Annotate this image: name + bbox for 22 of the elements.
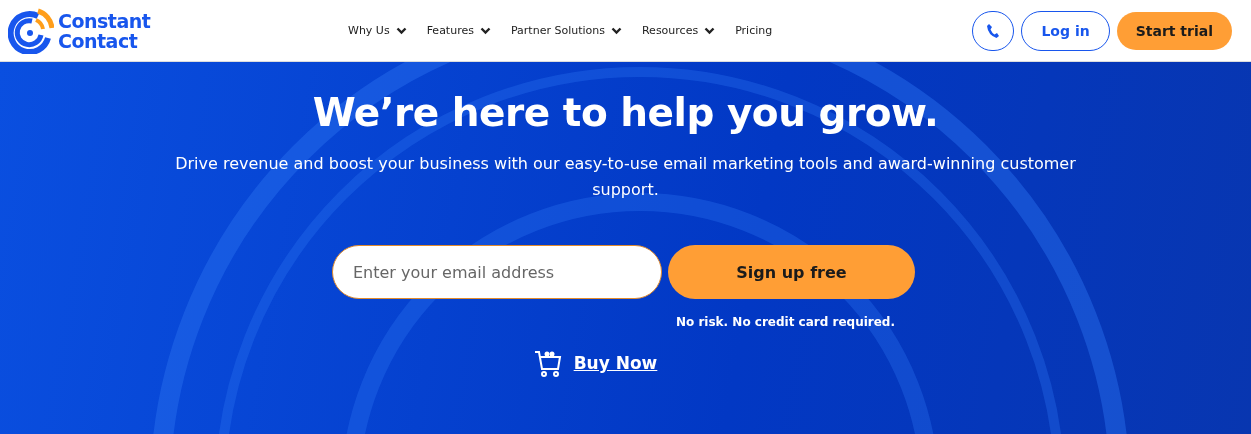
email-field[interactable]: Enter your email address bbox=[332, 245, 662, 299]
phone-icon bbox=[986, 22, 1001, 39]
logo-icon[interactable] bbox=[8, 7, 54, 54]
nav-link[interactable]: Resources bbox=[641, 24, 716, 37]
hero-subtitle: Drive revenue and boost your business with our easy-to-use email marketing tools and award-winning customer support. bbox=[174, 153, 1077, 201]
nav-link[interactable]: Features bbox=[426, 24, 491, 37]
chevron-down-icon bbox=[395, 26, 407, 35]
start-trial-button[interactable]: Start trial bbox=[1116, 11, 1232, 50]
logo-text[interactable]: Constant Contact bbox=[58, 10, 151, 51]
chevron-down-icon bbox=[479, 26, 491, 35]
nav-link[interactable]: Partner Solutions bbox=[510, 24, 622, 37]
phone-button[interactable] bbox=[972, 10, 1015, 51]
cart-icon bbox=[533, 349, 562, 377]
sign-up-button[interactable]: Sign up free bbox=[668, 245, 915, 299]
nav-link[interactable]: Pricing bbox=[735, 24, 773, 37]
chevron-down-icon bbox=[610, 26, 622, 35]
buy-now-link[interactable]: Buy Now bbox=[573, 353, 658, 373]
no-risk-note: No risk. No credit card required. bbox=[676, 315, 895, 329]
nav-link[interactable]: Why Us bbox=[348, 24, 407, 37]
hero-title: We’re here to help you grow. bbox=[312, 90, 939, 135]
login-button[interactable]: Log in bbox=[1021, 10, 1110, 51]
chevron-down-icon bbox=[704, 26, 716, 35]
